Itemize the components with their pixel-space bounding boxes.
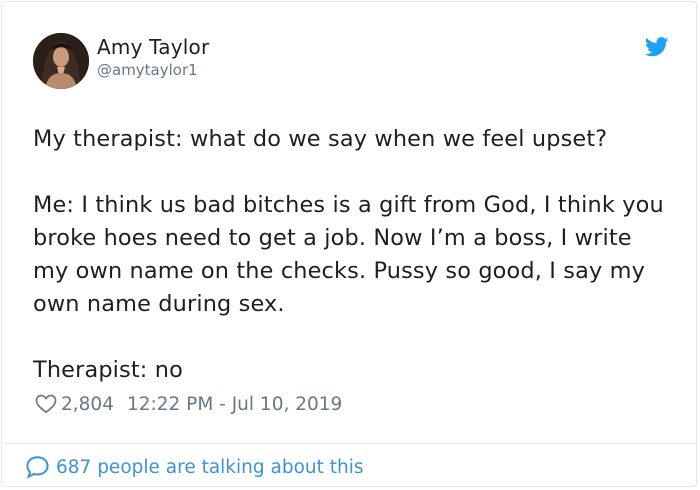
twitter-bird-icon[interactable]: [644, 37, 669, 57]
speech-bubble-icon: [25, 455, 50, 479]
talking-about-link[interactable]: 687 people are talking about this: [25, 454, 364, 480]
tweet-card: Amy Taylor @amytaylor1 My therapist: wha…: [1, 1, 697, 487]
tweet-paragraph: Therapist: no: [33, 357, 183, 383]
divider: [3, 443, 697, 444]
tweet-meta: 2,804 12:22 PM - Jul 10, 2019: [35, 391, 342, 417]
author-display-name[interactable]: Amy Taylor: [97, 35, 209, 59]
heart-icon[interactable]: [35, 394, 57, 414]
tweet-timestamp[interactable]: 12:22 PM - Jul 10, 2019: [127, 394, 342, 415]
talking-about-text: 687 people are talking about this: [56, 456, 364, 478]
author-handle[interactable]: @amytaylor1: [97, 61, 198, 79]
like-count[interactable]: 2,804: [61, 394, 114, 415]
tweet-paragraph: My therapist: what do we say when we fee…: [33, 126, 608, 152]
tweet-paragraph: Me: I think us bad bitches is a gift fro…: [33, 192, 664, 317]
tweet-text: My therapist: what do we say when we fee…: [33, 123, 673, 387]
avatar[interactable]: [33, 33, 89, 89]
